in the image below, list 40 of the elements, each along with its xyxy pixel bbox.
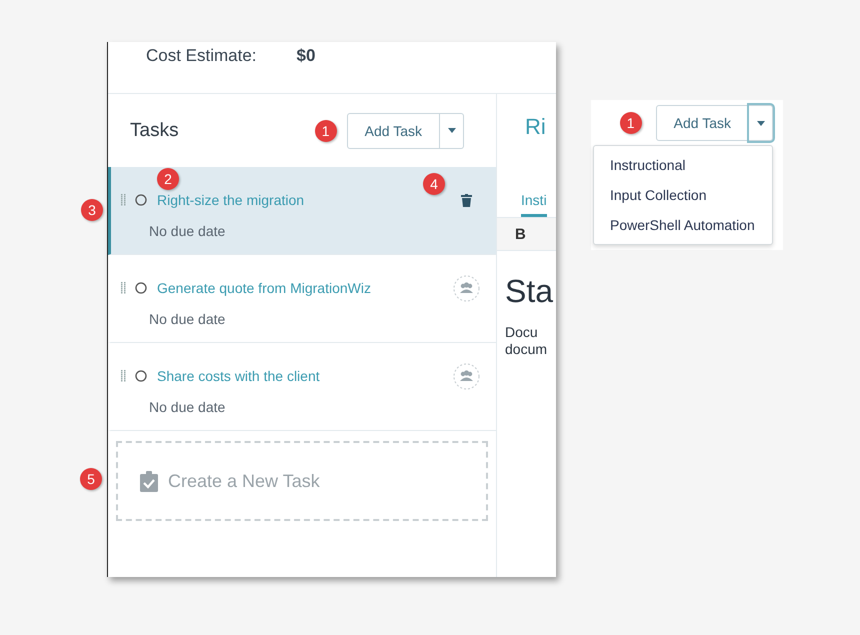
menu-item[interactable]: Instructional	[594, 150, 772, 180]
annotation-badge: 2	[157, 168, 179, 190]
dropdown-toggle[interactable]	[440, 112, 464, 148]
menu-item[interactable]: PowerShell Automation	[594, 210, 772, 240]
tasks-title: Tasks	[130, 120, 179, 142]
bold-button[interactable]: B	[515, 226, 526, 242]
caret-icon	[448, 128, 456, 133]
annotation-badge: 1	[314, 120, 337, 142]
cost-estimate-label: Cost Estimate:	[146, 46, 257, 66]
drag-handle-icon[interactable]	[120, 194, 126, 206]
task-row[interactable]: Share costs with the client No due date	[108, 343, 496, 431]
checkbox-circle-icon[interactable]	[135, 194, 147, 206]
drag-handle-icon[interactable]	[120, 282, 126, 294]
menu-item[interactable]: Input Collection	[594, 180, 772, 210]
annotation-badge: 1	[620, 112, 642, 134]
task-title[interactable]: Generate quote from MigrationWiz	[157, 280, 371, 296]
due-date: No due date	[149, 223, 226, 239]
drag-handle-icon[interactable]	[120, 370, 126, 382]
create-task-label: Create a New Task	[168, 470, 320, 492]
annotation-badge: 4	[423, 173, 445, 195]
due-date: No due date	[149, 399, 226, 415]
document-heading: Sta	[505, 273, 554, 310]
cost-value: $0	[296, 46, 316, 66]
annotation-badge: 3	[81, 199, 103, 221]
due-date: No due date	[149, 311, 226, 327]
task-row[interactable]: Generate quote from MigrationWiz No due date	[108, 255, 496, 343]
task-title[interactable]: Share costs with the client	[157, 368, 320, 384]
people-icon[interactable]	[452, 362, 480, 390]
trash-icon[interactable]	[460, 194, 472, 206]
checkbox-circle-icon[interactable]	[135, 370, 147, 382]
caret-icon	[756, 120, 764, 126]
document-text: Docu docum	[505, 324, 548, 358]
annotation-badge: 5	[80, 468, 102, 490]
dropdown-toggle[interactable]	[749, 105, 773, 141]
detail-title: Ri	[524, 113, 547, 141]
clipboard-check-icon	[140, 470, 158, 492]
add-task-button[interactable]: Add Task	[656, 105, 749, 141]
checkbox-circle-icon[interactable]	[135, 282, 147, 294]
people-icon[interactable]	[452, 274, 480, 302]
add-task-button[interactable]: Add Task	[346, 112, 440, 148]
